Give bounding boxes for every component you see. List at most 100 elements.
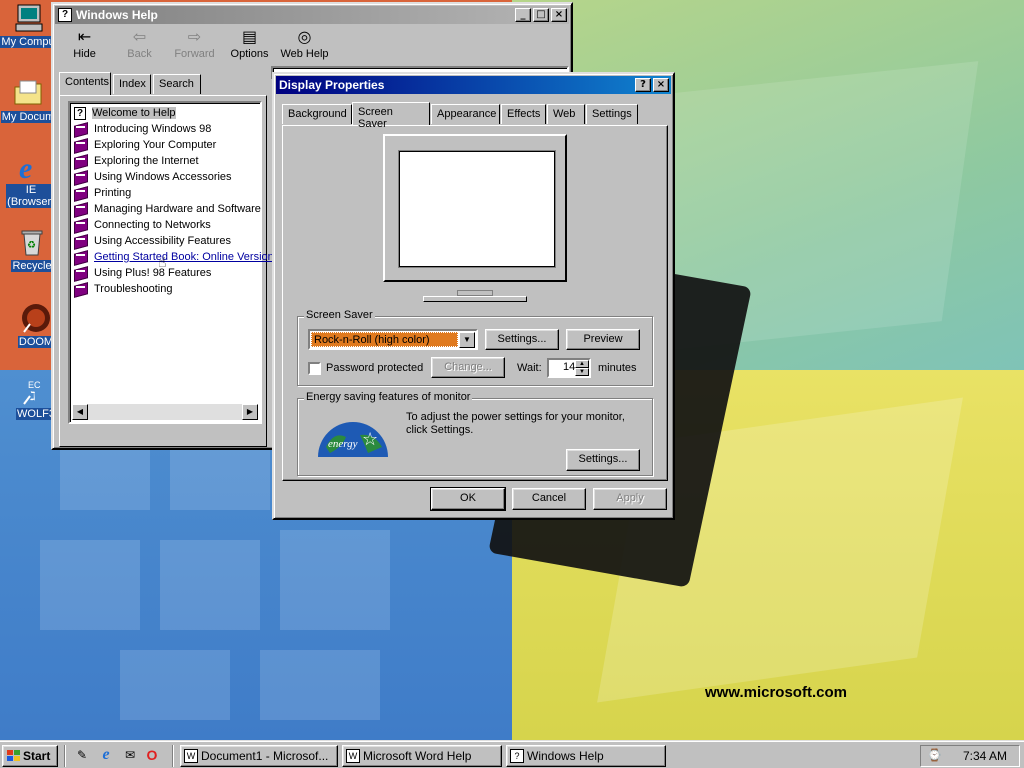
- word-help-icon: W: [346, 749, 360, 763]
- energy-star-logo: energy ☆: [316, 417, 390, 457]
- tree-item[interactable]: Printing: [74, 185, 131, 201]
- help-title-bar[interactable]: ? Windows Help _ □ ×: [55, 6, 569, 24]
- tab-contents[interactable]: Contents: [59, 72, 111, 95]
- group-label: Screen Saver: [304, 309, 375, 321]
- scroll-left-icon[interactable]: ◀: [72, 404, 88, 420]
- tree-item[interactable]: ? Welcome to Help: [74, 105, 176, 121]
- tab-web[interactable]: Web: [547, 104, 585, 124]
- toolbar-hide-button[interactable]: ⇤ Hide: [57, 26, 112, 66]
- password-checkbox[interactable]: [308, 362, 321, 375]
- screen-saver-page: Screen Saver Rock-n-Roll (high color) ▼ …: [282, 125, 668, 481]
- tab-screen-saver[interactable]: Screen Saver: [352, 102, 430, 130]
- energy-settings-button[interactable]: Settings...: [566, 449, 640, 471]
- apply-button[interactable]: Apply: [593, 488, 667, 510]
- tab-appearance[interactable]: Appearance: [431, 104, 500, 124]
- book-icon: [74, 123, 88, 135]
- toolbar-options-button[interactable]: ▤ Options: [222, 26, 277, 66]
- toolbar-label: Back: [127, 48, 152, 60]
- desktop-icon-label: My Docum: [0, 111, 56, 123]
- desktop-icon-label: Recycle: [11, 260, 53, 272]
- display-properties-title-bar[interactable]: Display Properties ? ×: [276, 76, 671, 94]
- tree-item[interactable]: Introducing Windows 98: [74, 121, 211, 137]
- toolbar-web-help-button[interactable]: ◎ Web Help: [277, 26, 332, 66]
- ok-button[interactable]: OK: [430, 487, 506, 511]
- tree-item[interactable]: Getting Started Book: Online Version: [74, 249, 274, 265]
- tree-item[interactable]: Using Accessibility Features: [74, 233, 231, 249]
- tab-search[interactable]: Search: [153, 74, 201, 94]
- scroll-right-icon[interactable]: ▶: [242, 404, 258, 420]
- monitor-preview: [383, 134, 567, 302]
- dropdown-value: Rock-n-Roll (high color): [311, 332, 458, 347]
- monitor-screen: [399, 151, 555, 267]
- toolbar-label: Hide: [73, 48, 96, 60]
- outlook-express-icon[interactable]: ✉: [121, 746, 139, 764]
- task-word-help[interactable]: W Microsoft Word Help: [342, 745, 502, 767]
- wolf3d-icon: EC ℷ: [20, 374, 52, 406]
- preview-button[interactable]: Preview: [566, 329, 640, 350]
- tree-item[interactable]: Using Windows Accessories: [74, 169, 232, 185]
- horizontal-scrollbar[interactable]: ◀ ▶: [72, 404, 258, 420]
- tab-index[interactable]: Index: [113, 74, 151, 94]
- book-icon: [74, 235, 88, 247]
- task-document1[interactable]: W Document1 - Microsof...: [180, 745, 338, 767]
- help-question-button[interactable]: ?: [635, 78, 651, 92]
- book-icon: [74, 171, 88, 183]
- desktop-icon-ie[interactable]: e IE (Browser): [6, 150, 56, 208]
- energy-group: Energy saving features of monitor energy…: [297, 391, 653, 476]
- tab-background[interactable]: Background: [282, 104, 352, 124]
- book-icon: [74, 219, 88, 231]
- tab-settings[interactable]: Settings: [586, 104, 638, 124]
- dialog-title: Display Properties: [279, 78, 385, 92]
- task-windows-help[interactable]: ? Windows Help: [506, 745, 666, 767]
- folder-icon: [12, 77, 44, 109]
- tab-effects[interactable]: Effects: [501, 104, 546, 124]
- help-icon: ?: [58, 8, 72, 22]
- toolbar-back-button[interactable]: ⇦ Back: [112, 26, 167, 66]
- help-contents-pane: ? Welcome to Help Introducing Windows 98 …: [59, 95, 274, 447]
- cancel-button[interactable]: Cancel: [512, 488, 586, 510]
- toolbar-label: Web Help: [280, 48, 329, 60]
- minutes-label: minutes: [598, 362, 637, 374]
- book-icon: [74, 155, 88, 167]
- maximize-button[interactable]: □: [533, 8, 549, 22]
- wait-spinner[interactable]: 14 ▲ ▼: [547, 358, 591, 378]
- help-toolbar: ⇤ Hide ⇦ Back ⇨ Forward ▤ Options ◎ Web …: [57, 26, 567, 66]
- tree-item[interactable]: Managing Hardware and Software: [74, 201, 261, 217]
- minimize-button[interactable]: _: [515, 8, 531, 22]
- scheduler-icon[interactable]: ⌚: [927, 748, 943, 764]
- close-button[interactable]: ×: [551, 8, 567, 22]
- tree-item[interactable]: Exploring the Internet: [74, 153, 199, 169]
- close-button[interactable]: ×: [653, 78, 669, 92]
- tree-item[interactable]: Connecting to Networks: [74, 217, 211, 233]
- internet-explorer-icon[interactable]: e: [97, 746, 115, 764]
- screen-saver-settings-button[interactable]: Settings...: [485, 329, 559, 350]
- energy-logo-text: energy: [328, 438, 358, 450]
- recycle-bin-icon: ♻: [16, 226, 48, 258]
- screen-saver-dropdown[interactable]: Rock-n-Roll (high color) ▼: [308, 329, 478, 350]
- tree-item[interactable]: Using Plus! 98 Features: [74, 265, 211, 281]
- clock[interactable]: 7:34 AM: [963, 749, 1007, 763]
- svg-text:ℷ: ℷ: [30, 389, 36, 403]
- desktop-icon-my-computer[interactable]: My Compu: [0, 2, 56, 48]
- screen-saver-group: Screen Saver Rock-n-Roll (high color) ▼ …: [297, 309, 653, 386]
- desktop-icon-my-documents[interactable]: My Docum: [0, 77, 56, 123]
- forward-arrow-icon: ⇨: [187, 29, 202, 46]
- tree-item[interactable]: Troubleshooting: [74, 281, 172, 297]
- opera-icon[interactable]: O: [143, 746, 161, 764]
- show-desktop-icon[interactable]: ✎: [73, 746, 91, 764]
- password-label: Password protected: [326, 362, 424, 374]
- tree-item[interactable]: Exploring Your Computer: [74, 137, 216, 153]
- chevron-down-icon[interactable]: ▼: [459, 332, 475, 348]
- toolbar-forward-button[interactable]: ⇨ Forward: [167, 26, 222, 66]
- toolbar-label: Forward: [174, 48, 215, 60]
- energy-description: To adjust the power settings for your mo…: [406, 411, 625, 436]
- windows-flag-icon: [7, 750, 21, 762]
- desktop-icon-label: WOLF3: [16, 408, 56, 420]
- internet-explorer-icon: e: [15, 150, 47, 185]
- hand-cursor-icon: ☝: [158, 254, 167, 270]
- system-tray: ⌚ 7:34 AM: [920, 745, 1020, 767]
- start-button[interactable]: Start: [2, 745, 58, 767]
- spin-up-icon[interactable]: ▲: [575, 360, 589, 368]
- spin-down-icon[interactable]: ▼: [575, 368, 589, 376]
- change-password-button[interactable]: Change...: [431, 357, 505, 378]
